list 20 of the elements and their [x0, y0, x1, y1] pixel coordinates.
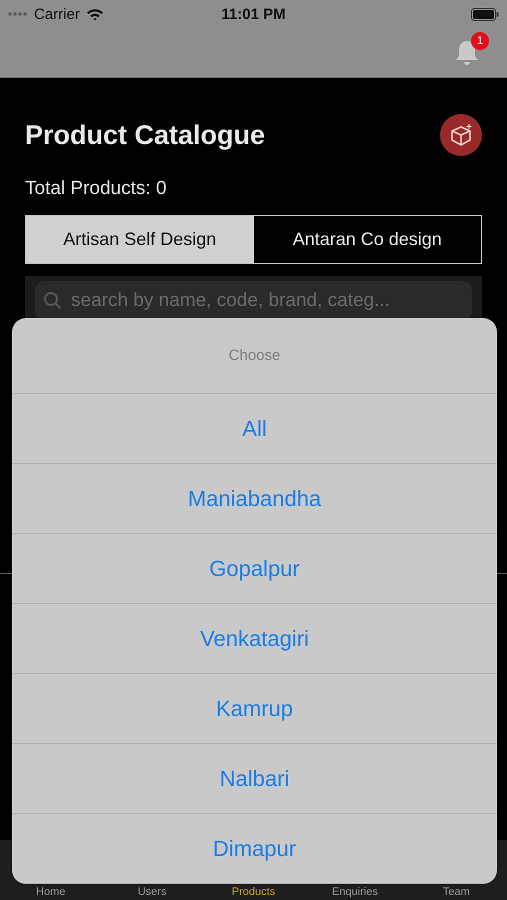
wifi-icon — [86, 8, 104, 20]
add-product-button[interactable] — [440, 114, 482, 156]
notification-badge: 1 — [471, 32, 489, 50]
search-icon — [43, 291, 63, 311]
signal-icon — [8, 12, 28, 16]
battery-icon — [471, 8, 499, 20]
box-icon — [448, 122, 474, 148]
tab-bar-item[interactable]: Products — [202, 886, 304, 898]
tab-bar-item[interactable]: Home — [0, 886, 102, 898]
sheet-title: Choose — [12, 318, 497, 394]
carrier-name: Carrier — [34, 6, 80, 22]
search-field[interactable]: search by name, code, brand, categ... — [35, 281, 472, 321]
search-input[interactable]: search by name, code, brand, categ... — [69, 289, 464, 313]
tab-bar-item[interactable]: Enquiries — [304, 886, 406, 898]
tab-bar-item[interactable]: Team — [406, 886, 507, 898]
page-title: Product Catalogue — [25, 120, 266, 150]
status-time: 11:01 PM — [221, 6, 286, 22]
tab-bar-item[interactable]: Users — [101, 886, 203, 898]
segment-tab[interactable]: Artisan Self Design — [26, 216, 254, 263]
total-products: Total Products: 0 — [25, 178, 168, 200]
